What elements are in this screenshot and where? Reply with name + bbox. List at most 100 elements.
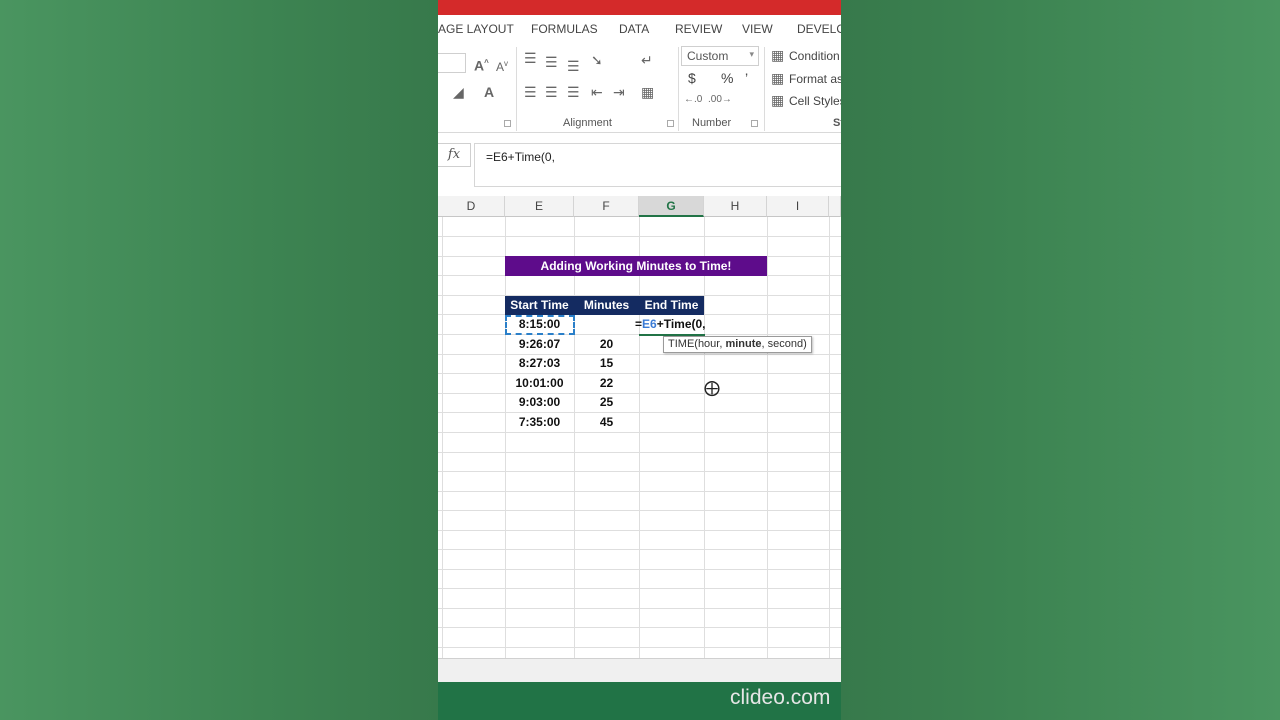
- number-launcher-icon[interactable]: [751, 120, 758, 127]
- insert-function-button[interactable]: fx: [438, 143, 471, 167]
- tooltip-tail: , second): [761, 338, 807, 350]
- tab-view[interactable]: VIEW: [742, 22, 773, 36]
- cell-start-time[interactable]: 9:26:07: [505, 335, 574, 354]
- spreadsheet-grid[interactable]: D E F G H I Adding Working Minutes to Ti…: [438, 196, 841, 658]
- format-as-table-button[interactable]: Format as: [789, 72, 841, 86]
- gridline: [505, 217, 506, 658]
- cell-minutes[interactable]: 22: [574, 374, 639, 393]
- column-header-d[interactable]: D: [438, 196, 505, 217]
- watermark: clideo.com: [730, 686, 831, 709]
- alignment-launcher-icon[interactable]: [667, 120, 674, 127]
- horizontal-scrollbar[interactable]: [438, 658, 841, 682]
- font-launcher-icon[interactable]: [504, 120, 511, 127]
- conditional-formatting-button[interactable]: Condition: [789, 49, 840, 63]
- gridline: [438, 530, 841, 531]
- merge-center-icon[interactable]: ▦: [641, 85, 654, 99]
- align-bottom-icon[interactable]: ☰: [567, 59, 580, 73]
- comma-button[interactable]: ’: [745, 70, 748, 86]
- background-left: [0, 0, 438, 720]
- separator: [678, 47, 679, 131]
- formula-input[interactable]: =E6+Time(0,: [474, 143, 841, 187]
- currency-button[interactable]: $: [688, 70, 696, 86]
- gridline: [704, 217, 705, 658]
- tab-page-layout[interactable]: AGE LAYOUT: [438, 22, 514, 36]
- header-end-time[interactable]: End Time: [639, 296, 704, 315]
- ribbon: A^ Av ◢ A ☰ ☰ ☰ ➘ ↵ ☰ ☰ ☰ ⇤ ⇥ ▦ Alignmen…: [438, 43, 841, 133]
- column-header-h[interactable]: H: [704, 196, 767, 217]
- fill-color-icon[interactable]: ◢: [453, 85, 464, 99]
- align-middle-icon[interactable]: ☰: [545, 55, 558, 69]
- cell-start-time[interactable]: 7:35:00: [505, 413, 574, 432]
- column-header-f[interactable]: F: [574, 196, 639, 217]
- formula-cell-reference: E6: [642, 317, 657, 331]
- gridline: [438, 432, 841, 433]
- decrease-indent-icon[interactable]: ⇤: [591, 85, 603, 99]
- font-color-icon[interactable]: A: [484, 85, 494, 99]
- align-center-icon[interactable]: ☰: [545, 85, 558, 99]
- decrease-decimal-icon[interactable]: .00→: [708, 93, 732, 107]
- gridline: [438, 471, 841, 472]
- gridline: [438, 588, 841, 589]
- styles-group-label: St: [833, 117, 841, 129]
- cell-styles-icon: ▦: [771, 92, 785, 108]
- tab-review[interactable]: REVIEW: [675, 22, 722, 36]
- cell-start-time[interactable]: 9:03:00: [505, 393, 574, 412]
- gridline: [438, 608, 841, 609]
- gridline: [767, 217, 768, 658]
- formula-bar: fx =E6+Time(0,: [438, 133, 841, 190]
- increase-indent-icon[interactable]: ⇥: [613, 85, 625, 99]
- wrap-text-icon[interactable]: ↵: [641, 53, 653, 67]
- percent-button[interactable]: %: [721, 70, 733, 86]
- column-header-i[interactable]: I: [767, 196, 829, 217]
- sheet-title-banner[interactable]: Adding Working Minutes to Time!: [505, 256, 767, 276]
- grow-font-icon[interactable]: A^: [474, 56, 489, 73]
- cell-minutes[interactable]: [574, 315, 639, 334]
- excel-window: AGE LAYOUT FORMULAS DATA REVIEW VIEW DEV…: [438, 0, 841, 720]
- gridline: [574, 217, 575, 658]
- gridline: [438, 354, 841, 355]
- column-header-e[interactable]: E: [505, 196, 574, 217]
- header-start-time[interactable]: Start Time: [505, 296, 574, 315]
- column-header-j[interactable]: [829, 196, 841, 217]
- cell-minutes[interactable]: 20: [574, 335, 639, 354]
- gridline: [829, 217, 830, 658]
- gridline: [438, 452, 841, 453]
- tab-data[interactable]: DATA: [619, 22, 649, 36]
- cell-minutes[interactable]: 45: [574, 413, 639, 432]
- column-header-g[interactable]: G: [639, 196, 704, 217]
- tab-developer[interactable]: DEVELO: [797, 22, 841, 36]
- cell-minutes[interactable]: 15: [574, 354, 639, 373]
- gridline: [438, 412, 841, 413]
- alignment-group-label: Alignment: [563, 117, 612, 129]
- header-minutes[interactable]: Minutes: [574, 296, 639, 315]
- cell-start-time[interactable]: 10:01:00: [505, 374, 574, 393]
- align-left-icon[interactable]: ☰: [524, 85, 537, 99]
- number-format-combo[interactable]: Custom ▾: [681, 46, 759, 66]
- cell-start-time[interactable]: 8:27:03: [505, 354, 574, 373]
- gridline: [438, 491, 841, 492]
- gridline: [442, 217, 443, 658]
- background-right: [841, 0, 1280, 720]
- referenced-cell-marquee: [505, 315, 575, 335]
- conditional-formatting-icon: ▦: [771, 47, 785, 63]
- orientation-icon[interactable]: ➘: [591, 53, 603, 67]
- font-size-combo[interactable]: [438, 53, 466, 73]
- formula-remainder: +Time(0,: [656, 317, 706, 331]
- cell-minutes[interactable]: 25: [574, 393, 639, 412]
- number-format-value: Custom: [687, 49, 729, 63]
- increase-decimal-icon[interactable]: ←.0: [684, 93, 702, 107]
- gridline: [438, 236, 841, 237]
- tab-formulas[interactable]: FORMULAS: [531, 22, 598, 36]
- function-tooltip[interactable]: TIME(hour, minute, second): [663, 336, 812, 353]
- format-as-table-icon: ▦: [771, 70, 785, 86]
- gridline: [639, 217, 640, 658]
- align-top-icon[interactable]: ☰: [524, 51, 537, 65]
- cell-styles-button[interactable]: Cell Styles: [789, 94, 841, 108]
- align-right-icon[interactable]: ☰: [567, 85, 580, 99]
- shrink-font-icon[interactable]: Av: [496, 57, 508, 74]
- formula-equals: =: [635, 317, 643, 331]
- ribbon-tabs: AGE LAYOUT FORMULAS DATA REVIEW VIEW DEV…: [438, 15, 841, 43]
- gridline: [438, 373, 841, 374]
- active-cell-editor[interactable]: =E6+Time(0,: [635, 315, 706, 334]
- tooltip-function: TIME(hour,: [668, 338, 726, 350]
